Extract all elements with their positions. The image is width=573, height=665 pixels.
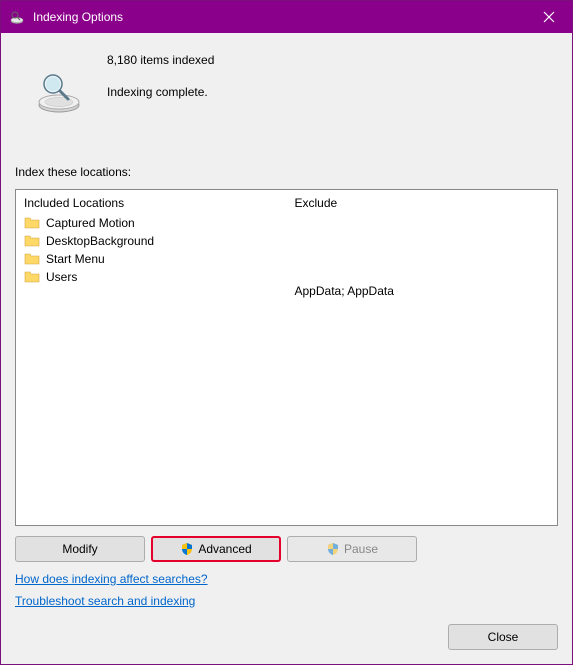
status-area: 8,180 items indexed Indexing complete. — [35, 51, 558, 115]
advanced-button[interactable]: Advanced — [151, 536, 281, 562]
status-text-block: 8,180 items indexed Indexing complete. — [107, 51, 214, 115]
shield-icon — [326, 542, 340, 556]
location-item[interactable]: DesktopBackground — [24, 232, 279, 250]
window-title: Indexing Options — [33, 10, 526, 24]
magnifier-drive-icon — [35, 67, 83, 115]
pause-label: Pause — [344, 542, 378, 556]
footer: Close — [15, 624, 558, 650]
pause-button: Pause — [287, 536, 417, 562]
exclude-value — [295, 236, 550, 258]
exclude-header: Exclude — [295, 196, 550, 214]
indexing-status: Indexing complete. — [107, 85, 214, 99]
included-header: Included Locations — [24, 196, 279, 214]
advanced-label: Advanced — [198, 542, 251, 556]
titlebar: Indexing Options — [1, 1, 572, 33]
locations-label: Index these locations: — [15, 165, 558, 179]
location-name: Users — [46, 270, 77, 284]
included-column: Included Locations Captured Motion Deskt… — [16, 190, 287, 525]
indexed-count: 8,180 items indexed — [107, 53, 214, 67]
help-link[interactable]: How does indexing affect searches? — [15, 572, 208, 586]
location-name: Captured Motion — [46, 216, 135, 230]
location-item[interactable]: Captured Motion — [24, 214, 279, 232]
shield-icon — [180, 542, 194, 556]
troubleshoot-link[interactable]: Troubleshoot search and indexing — [15, 594, 195, 608]
close-window-button[interactable] — [526, 1, 572, 33]
folder-icon — [24, 270, 40, 284]
exclude-column: Exclude AppData; AppData — [287, 190, 558, 525]
exclude-value — [295, 214, 550, 236]
location-name: Start Menu — [46, 252, 105, 266]
button-row: Modify Advanced — [15, 536, 558, 562]
folder-icon — [24, 234, 40, 248]
exclude-value: AppData; AppData — [295, 280, 550, 302]
location-item[interactable]: Users — [24, 268, 279, 286]
location-item[interactable]: Start Menu — [24, 250, 279, 268]
exclude-value — [295, 258, 550, 280]
close-button[interactable]: Close — [448, 624, 558, 650]
indexing-app-icon — [9, 9, 25, 25]
locations-listbox[interactable]: Included Locations Captured Motion Deskt… — [15, 189, 558, 526]
modify-label: Modify — [62, 542, 97, 556]
close-icon — [543, 11, 555, 23]
indexing-options-window: Indexing Options 8,180 items inde — [0, 0, 573, 665]
location-name: DesktopBackground — [46, 234, 154, 248]
help-links: How does indexing affect searches? Troub… — [15, 572, 558, 608]
folder-icon — [24, 252, 40, 266]
modify-button[interactable]: Modify — [15, 536, 145, 562]
content-area: 8,180 items indexed Indexing complete. I… — [1, 33, 572, 664]
folder-icon — [24, 216, 40, 230]
